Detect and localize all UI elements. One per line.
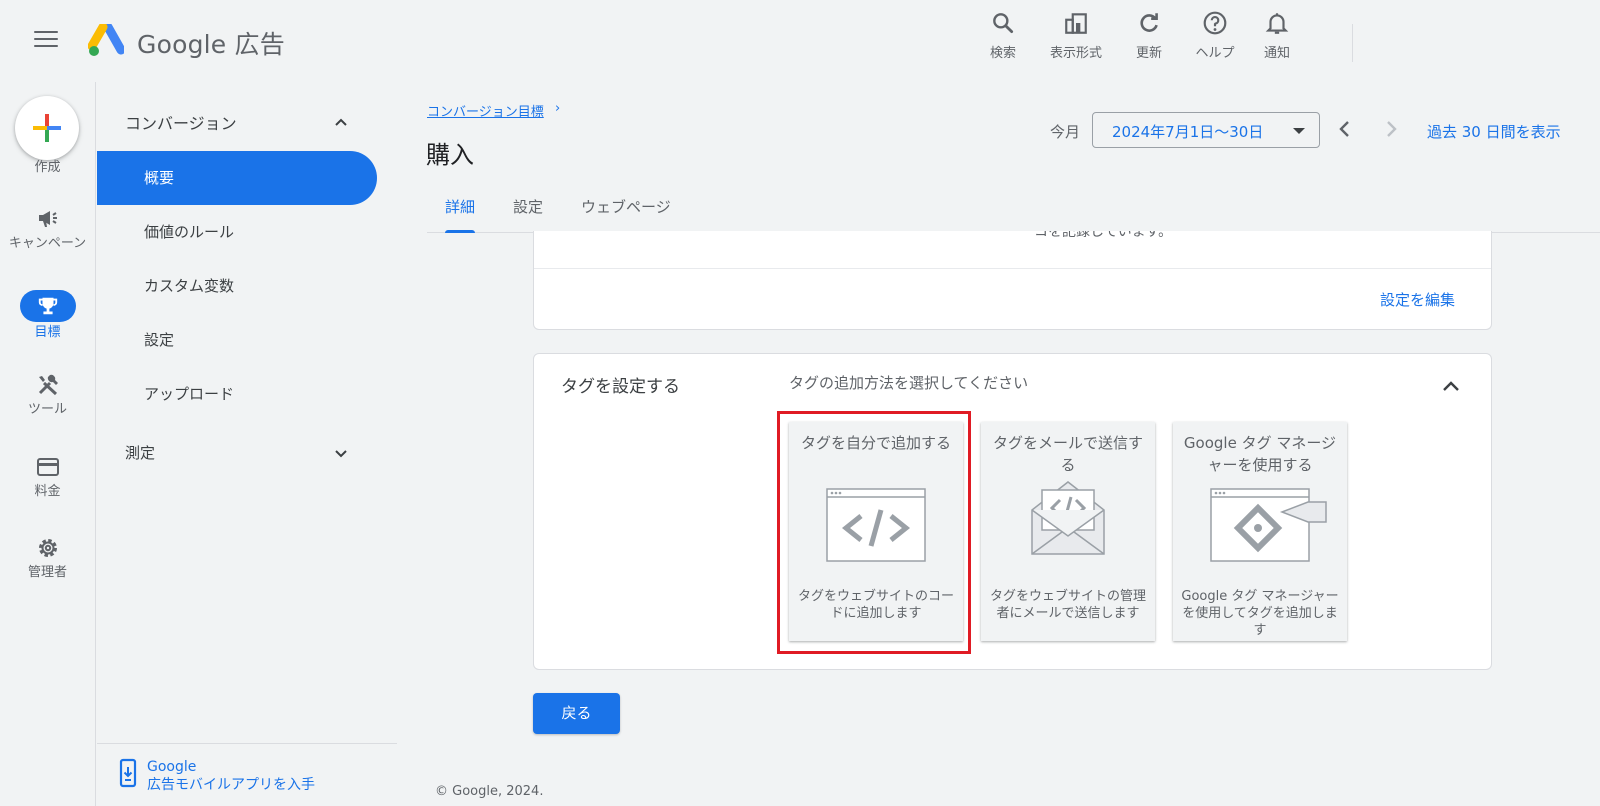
tag-setup-title: タグを設定する xyxy=(561,377,680,397)
footer-copyright: © Google, 2024. xyxy=(435,784,544,799)
refresh-icon xyxy=(1140,13,1158,32)
rail-label-admin: 管理者 xyxy=(27,565,67,580)
tab-active-indicator xyxy=(445,230,476,233)
chevron-up-icon[interactable] xyxy=(333,114,349,130)
tab-webpages-label: ウェブページ xyxy=(581,198,671,216)
search-label: 検索 xyxy=(989,46,1016,61)
bell-icon xyxy=(1265,13,1289,34)
mobile-app-line1: Google xyxy=(147,759,197,775)
dropdown-arrow-icon xyxy=(1293,128,1305,134)
sub-navigation: コンバージョン 概要 価値のルール カスタム変数 設定 アップロード 測定 Go… xyxy=(97,82,397,806)
option-description: Google タグ マネージャーを使用してタグを追加します xyxy=(1181,589,1339,638)
notifications-button[interactable]: 通知 xyxy=(1248,10,1306,61)
option-email-tag[interactable]: タグをメールで送信する タグをウェブサイトの管理者にメールで送信します xyxy=(981,422,1155,641)
gear-icon xyxy=(38,539,57,557)
top-app-bar: Google 広告 検索 表示形式 更新 ヘルプ 通知 xyxy=(0,0,1600,82)
chevron-left-icon[interactable] xyxy=(1334,118,1356,140)
rail-label-billing: 料金 xyxy=(34,484,61,499)
card-partial-text: コを記録しています。 xyxy=(1034,231,1173,240)
mobile-app-text: Google 広告モバイルアプリを入手 xyxy=(147,758,315,794)
notifications-label: 通知 xyxy=(1263,46,1290,61)
subnav-item-value-rules[interactable]: 価値のルール xyxy=(97,205,377,259)
chevron-right-icon[interactable] xyxy=(1380,118,1402,140)
option-title: タグを自分で追加する xyxy=(800,434,951,452)
create-button[interactable] xyxy=(15,96,79,160)
show-last-30-days-link[interactable]: 過去 30 日間を表示 xyxy=(1427,121,1561,142)
email-code-icon xyxy=(1031,481,1105,555)
chevron-up-icon[interactable] xyxy=(1439,374,1463,398)
option-tag-manager[interactable]: Google タグ マネージャーを使用する Google タグ マネージャーを使… xyxy=(1173,422,1347,641)
rail-item-tools[interactable]: ツール xyxy=(0,373,95,418)
credit-card-icon xyxy=(36,458,59,476)
header-divider xyxy=(1352,24,1353,62)
search-button[interactable]: 検索 xyxy=(970,10,1036,61)
subnav-item-settings[interactable]: 設定 xyxy=(97,313,377,367)
date-range-label: 今月 xyxy=(1050,123,1081,141)
create-label-wrap: 作成 xyxy=(0,160,95,176)
trophy-icon xyxy=(38,297,57,315)
option-description: タグをウェブサイトのコードに追加します xyxy=(797,589,954,621)
option-add-tag-yourself[interactable]: タグを自分で追加する タグをウェブサイトのコードに追加します xyxy=(789,422,963,641)
rail-item-campaigns[interactable]: キャンペーン xyxy=(0,206,95,252)
code-window-icon xyxy=(826,488,926,562)
card-divider xyxy=(534,268,1491,269)
subnav-section-measurement[interactable]: 測定 xyxy=(125,442,155,463)
edit-settings-link[interactable]: 設定を編集 xyxy=(1380,289,1455,310)
search-icon xyxy=(993,13,1014,34)
subnav-item-overview[interactable]: 概要 xyxy=(97,151,377,205)
tag-setup-card: タグを設定する タグの追加方法を選択してください タグを自分で追加する タグをウ… xyxy=(533,353,1492,670)
help-button[interactable]: ヘルプ xyxy=(1182,10,1248,61)
view-format-button[interactable]: 表示形式 xyxy=(1036,10,1116,61)
tab-webpages[interactable]: ウェブページ xyxy=(563,186,689,232)
tab-settings[interactable]: 設定 xyxy=(495,186,561,232)
plus-icon xyxy=(33,114,61,142)
rail-item-goals[interactable]: 目標 xyxy=(0,290,95,341)
create-label: 作成 xyxy=(34,160,61,175)
tag-manager-icon xyxy=(1210,488,1327,562)
rail-item-billing[interactable]: 料金 xyxy=(0,455,95,500)
rail-label-tools: ツール xyxy=(27,402,67,417)
option-title: タグをメールで送信する xyxy=(992,434,1143,474)
mobile-app-link[interactable]: Google 広告モバイルアプリを入手 xyxy=(119,758,315,794)
tab-details-label: 詳細 xyxy=(445,198,476,216)
tools-icon xyxy=(38,374,58,396)
view-format-label: 表示形式 xyxy=(1049,46,1102,61)
goals-active-pill xyxy=(19,290,76,322)
settings-summary-card: コを記録しています。 設定を編集 xyxy=(533,231,1492,330)
header-tools: 検索 表示形式 更新 ヘルプ 通知 xyxy=(970,10,1306,61)
rail-item-admin[interactable]: 管理者 xyxy=(0,536,95,581)
tab-details[interactable]: 詳細 xyxy=(427,186,493,233)
refresh-label: 更新 xyxy=(1135,46,1162,61)
mobile-download-icon xyxy=(119,758,137,788)
subnav-footer-divider xyxy=(97,743,397,744)
help-icon xyxy=(1203,11,1227,35)
mobile-app-line2: 広告モバイルアプリを入手 xyxy=(147,777,315,793)
tag-setup-subtitle: タグの追加方法を選択してください xyxy=(789,374,1029,392)
brand-title: Google 広告 xyxy=(137,30,285,59)
subnav-section-conversions[interactable]: コンバージョン xyxy=(125,110,237,134)
subnav-item-custom-variables[interactable]: カスタム変数 xyxy=(97,259,377,313)
help-label: ヘルプ xyxy=(1195,46,1235,61)
breadcrumb-chevron-icon: › xyxy=(555,101,561,116)
option-title: Google タグ マネージャーを使用する xyxy=(1183,434,1337,474)
breadcrumb[interactable]: コンバージョン目標 xyxy=(427,101,544,120)
chevron-down-icon[interactable] xyxy=(333,446,349,462)
tab-bar: 詳細 設定 ウェブページ xyxy=(427,186,1600,233)
date-range-value: 2024年7月1日～30日 xyxy=(1112,123,1264,141)
megaphone-icon xyxy=(38,211,57,227)
page-title: 購入 xyxy=(426,141,474,169)
rail-label-campaigns: キャンペーン xyxy=(8,236,87,251)
date-range-select[interactable]: 2024年7月1日～30日 xyxy=(1092,112,1320,148)
view-format-icon xyxy=(1065,13,1087,34)
main-menu-icon[interactable] xyxy=(34,31,58,49)
left-rail: 作成 キャンペーン 目標 ツール 料金 管理者 xyxy=(0,82,96,806)
rail-label-goals: 目標 xyxy=(34,325,61,340)
subnav-item-uploads[interactable]: アップロード xyxy=(97,367,377,421)
back-button[interactable]: 戻る xyxy=(533,693,620,734)
option-description: タグをウェブサイトの管理者にメールで送信します xyxy=(989,589,1146,621)
google-ads-logo xyxy=(88,24,124,56)
tab-settings-label: 設定 xyxy=(513,198,544,216)
refresh-button[interactable]: 更新 xyxy=(1116,10,1182,61)
